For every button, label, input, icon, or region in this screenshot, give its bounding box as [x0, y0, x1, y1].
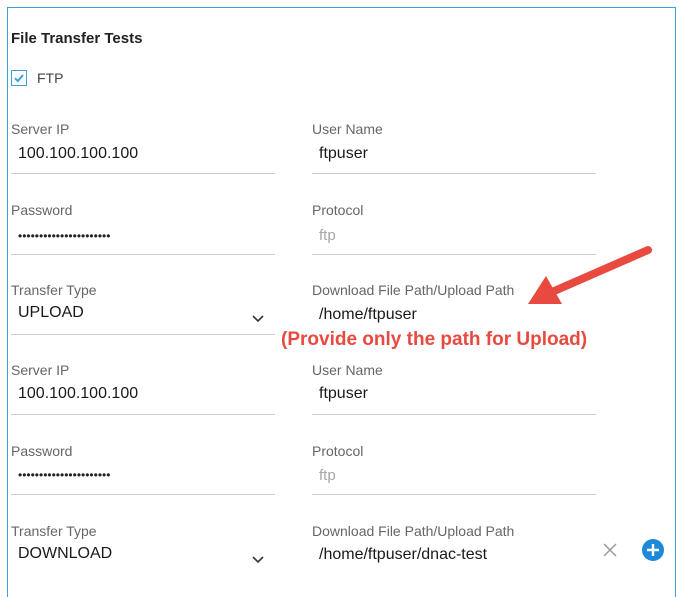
protocol-underline: [312, 494, 596, 495]
user-name-underline: [312, 414, 596, 415]
transfer-type-select[interactable]: DOWNLOAD: [18, 545, 112, 563]
server-ip-underline: [11, 414, 275, 415]
password-label: Password: [11, 202, 73, 218]
protocol-field: ftp: [319, 227, 336, 244]
chevron-down-icon[interactable]: [251, 555, 265, 565]
path-label: Download File Path/Upload Path: [312, 282, 515, 298]
path-input[interactable]: /home/ftpuser: [319, 306, 417, 324]
password-underline: [11, 254, 275, 255]
password-input[interactable]: ••••••••••••••••••••••: [18, 229, 110, 243]
transfer-type-select[interactable]: UPLOAD: [18, 304, 84, 322]
plus-circle-icon[interactable]: [641, 538, 665, 562]
transfer-type-label: Transfer Type: [11, 282, 97, 298]
ftp-checkbox[interactable]: [11, 70, 27, 86]
password-label: Password: [11, 443, 73, 459]
ftp-checkbox-label: FTP: [37, 70, 64, 86]
transfer-type-underline: [11, 334, 275, 335]
password-underline: [11, 494, 275, 495]
path-input[interactable]: /home/ftpuser/dnac-test: [319, 546, 487, 564]
protocol-label: Protocol: [312, 443, 364, 459]
transfer-type-label: Transfer Type: [11, 523, 97, 539]
server-ip-underline: [11, 173, 275, 174]
path-label: Download File Path/Upload Path: [312, 523, 515, 539]
user-name-input[interactable]: ftpuser: [319, 145, 368, 163]
server-ip-input[interactable]: 100.100.100.100: [18, 385, 138, 403]
check-icon: [14, 74, 24, 83]
chevron-down-icon[interactable]: [251, 314, 265, 324]
user-name-input[interactable]: ftpuser: [319, 385, 368, 403]
protocol-field: ftp: [319, 467, 336, 484]
server-ip-input[interactable]: 100.100.100.100: [18, 145, 138, 163]
close-icon[interactable]: [600, 540, 620, 560]
user-name-label: User Name: [312, 121, 383, 137]
server-ip-label: Server IP: [11, 121, 70, 137]
user-name-underline: [312, 173, 596, 174]
server-ip-label: Server IP: [11, 362, 70, 378]
user-name-label: User Name: [312, 362, 383, 378]
protocol-label: Protocol: [312, 202, 364, 218]
annotation-arrow-icon: [528, 246, 652, 304]
section-title: File Transfer Tests: [11, 30, 143, 47]
annotation-text: (Provide only the path for Upload): [281, 329, 588, 350]
password-input[interactable]: ••••••••••••••••••••••: [18, 468, 110, 482]
